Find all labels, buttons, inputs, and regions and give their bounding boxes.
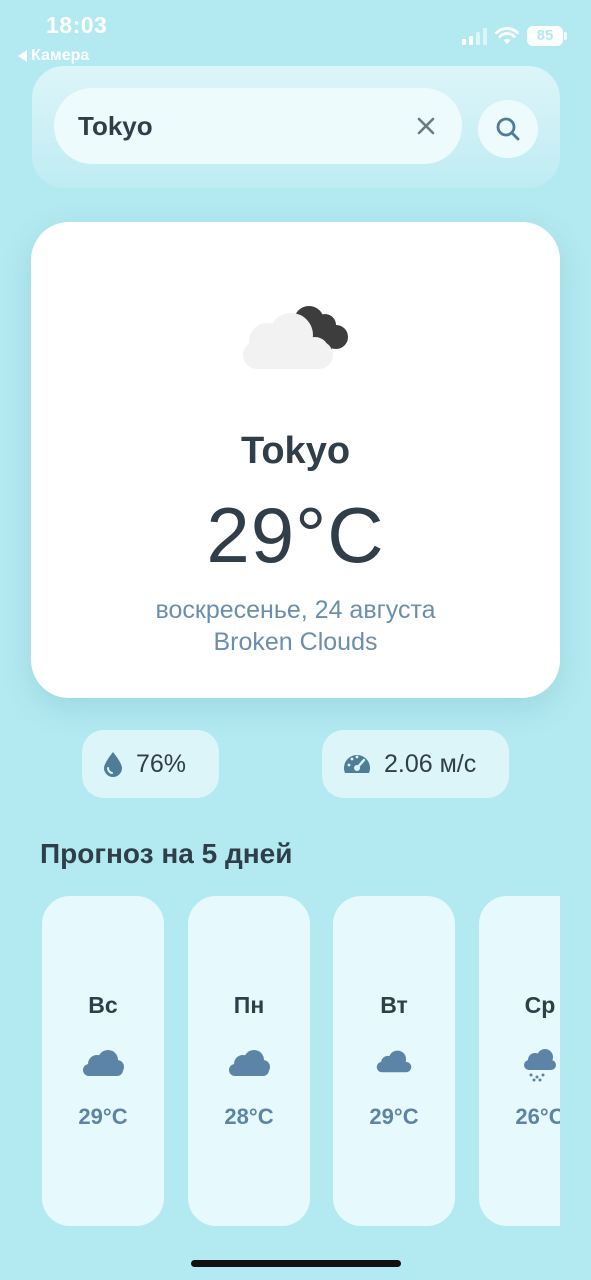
clear-search-button[interactable] (412, 112, 440, 140)
forecast-day-card[interactable]: Вт 29°C (333, 896, 455, 1226)
forecast-day-card[interactable]: Пн 28°C (188, 896, 310, 1226)
wind-speed-value: 2.06 м/с (384, 749, 477, 778)
forecast-day-name: Вс (88, 992, 118, 1018)
city-search-input[interactable]: Tokyo (54, 88, 462, 164)
forecast-day-temperature: 26°C (515, 1104, 560, 1129)
status-indicators: 85 (462, 26, 567, 46)
forecast-scroll-list[interactable]: Вс 29°C Пн 28°C Вт 29°C Ср 26°C (42, 896, 560, 1228)
cloud-icon (83, 1050, 124, 1076)
broken-clouds-icon (243, 306, 348, 369)
current-date: воскресенье, 24 августа (155, 596, 436, 624)
back-arrow-icon (18, 50, 27, 62)
forecast-title: Прогноз на 5 дней (40, 838, 293, 869)
wifi-icon (495, 27, 519, 44)
weather-description: Broken Clouds (213, 628, 378, 656)
rain-cloud-icon (524, 1049, 556, 1082)
close-icon (417, 117, 435, 135)
status-time: 18:03 (46, 12, 108, 38)
search-panel: Tokyo (32, 66, 560, 188)
forecast-day-name: Ср (524, 992, 556, 1018)
forecast-day-card[interactable]: Ср 26°C (479, 896, 560, 1226)
cloud-icon (376, 1050, 412, 1073)
forecast-day-name: Пн (233, 992, 265, 1018)
cloud-icon (229, 1050, 270, 1076)
cellular-signal-icon (462, 27, 487, 45)
humidity-value: 76% (136, 749, 187, 778)
wind-speed-chip: 2.06 м/с (322, 730, 509, 798)
battery-indicator: 85 (527, 26, 567, 46)
city-name: Tokyo (240, 430, 351, 472)
search-button[interactable] (478, 100, 538, 158)
home-indicator[interactable] (191, 1260, 401, 1267)
forecast-day-temperature: 28°C (224, 1104, 274, 1129)
search-icon (496, 117, 520, 141)
forecast-day-temperature: 29°C (369, 1104, 419, 1129)
forecast-day-card[interactable]: Вс 29°C (42, 896, 164, 1226)
humidity-chip: 76% (82, 730, 219, 798)
weather-app-screen: 18:03 Камера 85 Tokyo Tokyo 29°C воскрес… (0, 0, 591, 1280)
speedometer-icon (344, 755, 370, 773)
forecast-day-name: Вт (380, 992, 408, 1018)
water-drop-icon (104, 752, 122, 777)
back-to-camera-link[interactable]: Камера (18, 47, 89, 65)
forecast-day-temperature: 29°C (78, 1104, 128, 1129)
current-weather-card: Tokyo 29°C воскресенье, 24 августа Broke… (31, 222, 560, 698)
search-input-value[interactable]: Tokyo (78, 111, 412, 142)
back-link-label: Камера (31, 47, 90, 64)
current-temperature: 29°C (206, 491, 385, 579)
